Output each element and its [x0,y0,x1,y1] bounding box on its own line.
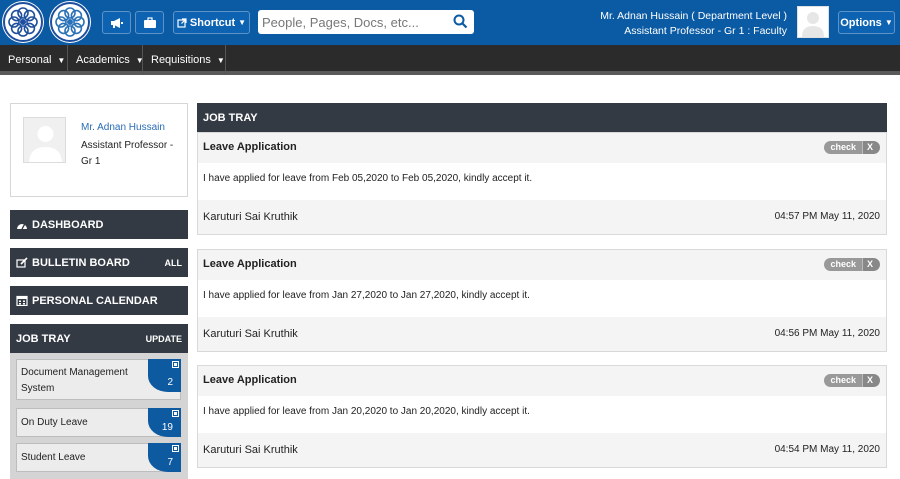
dismiss-button[interactable]: X [861,374,880,387]
personal-calendar-label: PERSONAL CALENDAR [32,294,158,307]
shortcut-button[interactable]: Shortcut ▼ [173,11,250,34]
search-input[interactable] [258,11,448,33]
card-header: Leave Application check X [198,133,886,163]
nav-label: Personal [8,54,52,66]
profile-name[interactable]: Mr. Adnan Hussain [81,122,165,133]
badge-count: 7 [167,457,173,468]
check-button[interactable]: check [824,141,862,154]
nav-item-academics[interactable]: Academics ▼ [76,45,144,75]
check-button[interactable]: check [824,258,862,271]
list-item-label: Document Management System [21,367,128,394]
top-bar: Shortcut ▼ Mr. Adnan Hussain ( Departmen… [0,0,900,45]
user-silhouette-icon [29,126,62,162]
job-tray-list: Document Management System 2 On Duty Lea… [10,353,188,479]
options-label: Options [840,16,882,29]
dashboard-link[interactable]: DASHBOARD [10,210,188,239]
main-nav: Personal ▼ Academics ▼ Requisitions ▼ [0,45,900,75]
job-tray-item-on-duty-leave[interactable]: On Duty Leave 19 [16,408,181,437]
count-badge: 7 [148,443,181,472]
megaphone-icon [110,17,123,28]
nav-divider [67,45,68,75]
card-header: Leave Application check X [198,366,886,396]
list-item-label: Student Leave [21,452,86,463]
user-role: Assistant Professor - Gr 1 : Faculty [624,25,787,37]
card-footer: Karuturi Sai Kruthik 04:54 PM May 11, 20… [198,433,886,467]
job-tray-section-header[interactable]: JOB TRAY UPDATE [10,324,188,353]
dashboard-label: DASHBOARD [32,218,104,231]
user-name: Mr. Adnan Hussain ( Department Level ) [600,10,787,22]
card-title: Leave Application [203,141,297,153]
badge-count: 2 [167,377,173,388]
caret-down-icon: ▼ [884,18,893,27]
new-window-icon [172,410,179,417]
card-message: I have applied for leave from Feb 05,202… [203,173,533,184]
card-actions: check X [824,141,880,154]
university-logo-left[interactable] [2,1,44,43]
dashboard-icon [17,223,27,229]
shortcut-label: Shortcut [189,16,236,29]
bulletin-board-label: BULLETIN BOARD [32,256,130,269]
nav-label: Requisitions [151,54,211,66]
avatar[interactable] [797,6,829,38]
nav-divider [225,45,226,75]
count-badge: 19 [148,408,181,437]
options-button[interactable]: Options ▼ [838,11,895,34]
sender-name: Karuturi Sai Kruthik [203,328,298,340]
caret-down-icon: ▼ [216,55,225,65]
job-tray-item-document-management[interactable]: Document Management System 2 [16,359,181,400]
calendar-icon [16,295,28,306]
badge-count: 19 [161,422,173,433]
briefcase-icon [143,16,156,28]
edit-icon [16,257,28,268]
nav-divider [142,45,143,75]
card-actions: check X [824,258,880,271]
card-title: Leave Application [203,258,297,270]
nav-item-requisitions[interactable]: Requisitions ▼ [151,45,225,75]
nav-item-personal[interactable]: Personal ▼ [8,45,65,75]
card-message: I have applied for leave from Jan 20,202… [203,406,530,417]
leave-application-card: Leave Application check X I have applied… [197,365,887,468]
count-badge: 2 [148,359,181,392]
user-info: Mr. Adnan Hussain ( Department Level ) A… [600,9,787,39]
job-tray-header: JOB TRAY [197,103,887,132]
timestamp: 04:57 PM May 11, 2020 [774,211,880,222]
card-footer: Karuturi Sai Kruthik 04:56 PM May 11, 20… [198,317,886,351]
external-link-icon [177,17,187,28]
dismiss-button[interactable]: X [861,258,880,271]
new-window-icon [172,361,179,368]
card-actions: check X [824,374,880,387]
announcement-button[interactable] [102,11,131,34]
bulletin-board-link[interactable]: BULLETIN BOARD ALL [10,248,188,277]
timestamp: 04:54 PM May 11, 2020 [774,444,880,455]
search-box [258,10,474,34]
caret-down-icon: ▼ [238,18,247,27]
profile-card: Mr. Adnan Hussain Assistant Professor - … [10,103,188,197]
leave-application-card: Leave Application check X I have applied… [197,249,887,352]
card-title: Leave Application [203,374,297,386]
profile-photo[interactable] [23,117,66,163]
card-message: I have applied for leave from Jan 27,202… [203,290,530,301]
list-item-label: On Duty Leave [21,417,88,428]
sender-name: Karuturi Sai Kruthik [203,444,298,456]
check-button[interactable]: check [824,374,862,387]
dismiss-button[interactable]: X [861,141,880,154]
job-tray-label: JOB TRAY [16,332,71,345]
caret-down-icon: ▼ [57,55,66,65]
profile-title: Assistant Professor - Gr 1 [81,140,174,167]
new-window-icon [172,445,179,452]
user-silhouette-icon [798,7,828,37]
job-tray-update-link[interactable]: UPDATE [146,334,182,344]
personal-calendar-link[interactable]: PERSONAL CALENDAR [10,286,188,315]
timestamp: 04:56 PM May 11, 2020 [774,328,880,339]
bulletin-all-link[interactable]: ALL [165,258,183,268]
briefcase-button[interactable] [135,11,164,34]
sender-name: Karuturi Sai Kruthik [203,211,298,223]
nav-label: Academics [76,54,130,66]
leave-application-card: Leave Application check X I have applied… [197,132,887,235]
card-footer: Karuturi Sai Kruthik 04:57 PM May 11, 20… [198,200,886,234]
search-icon[interactable] [453,14,468,29]
university-logo-right[interactable] [49,1,91,43]
card-header: Leave Application check X [198,250,886,280]
job-tray-item-student-leave[interactable]: Student Leave 7 [16,443,181,472]
